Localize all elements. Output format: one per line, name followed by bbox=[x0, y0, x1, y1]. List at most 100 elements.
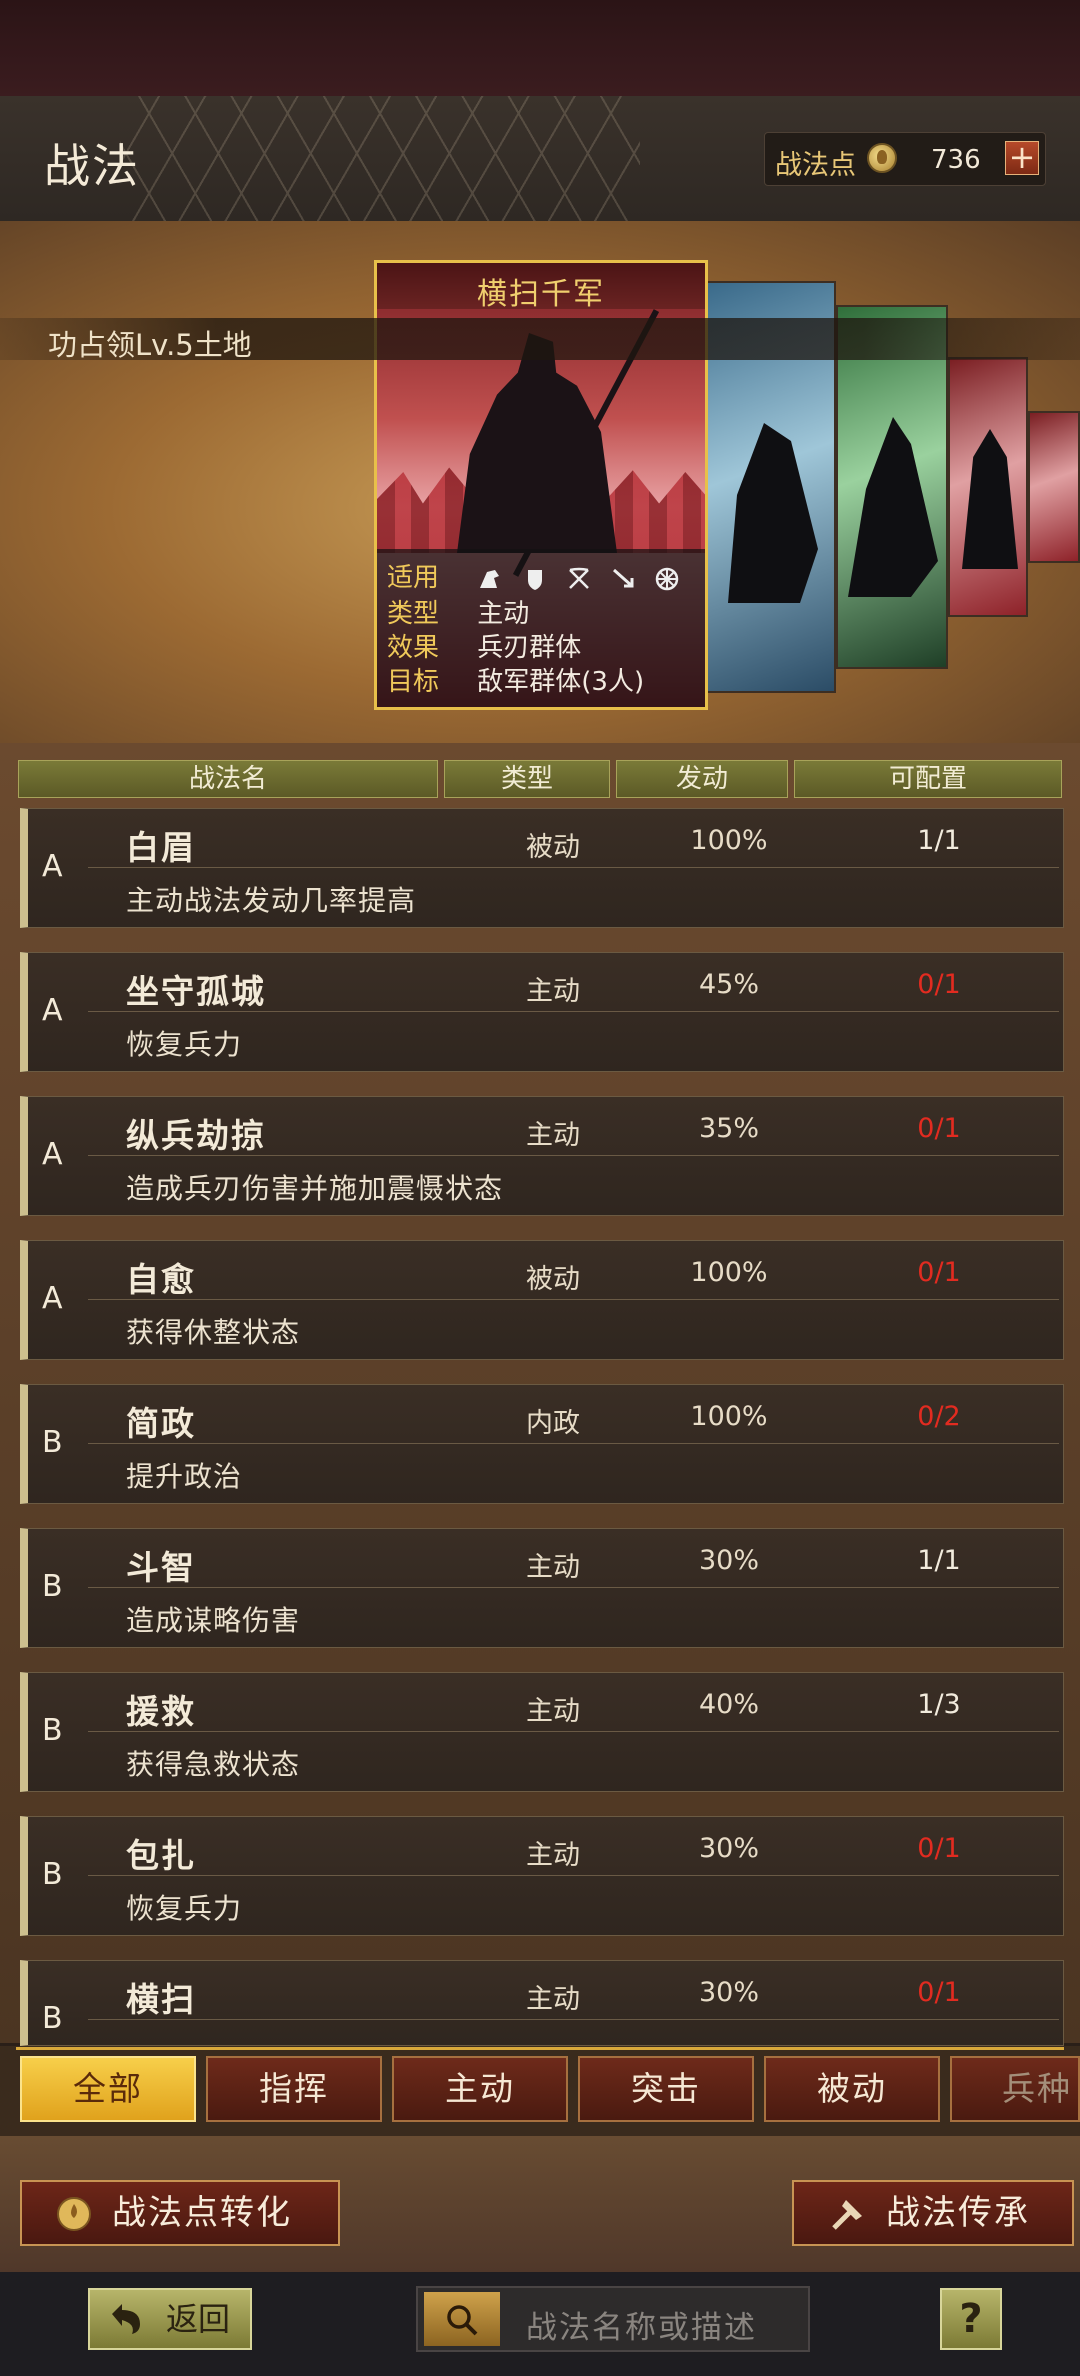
search-field[interactable]: 战法名称或描述 bbox=[416, 2286, 810, 2352]
tactic-trigger-rate: 100% bbox=[690, 1401, 768, 1432]
tactic-config-count: 1/1 bbox=[917, 1545, 961, 1576]
card-info-row: 效果 兵刃群体 bbox=[387, 627, 581, 664]
tactic-name: 援救 bbox=[126, 1692, 196, 1731]
tactic-config-count: 0/1 bbox=[917, 1833, 961, 1864]
tactic-row[interactable]: B 简政 内政 100% 0/2 提升政治 bbox=[20, 1384, 1064, 1504]
tactic-trigger-rate: 40% bbox=[698, 1689, 759, 1720]
tactic-description: 恢复兵力 bbox=[126, 1028, 243, 1061]
tactic-type: 主动 bbox=[526, 1984, 580, 2015]
card-info-panel: 适用 类型 主动 效果 兵刃群体 目标 敌军群体(3人) bbox=[377, 549, 705, 707]
tactic-grade: B bbox=[42, 1713, 63, 1748]
tactic-trigger-rate: 45% bbox=[698, 969, 759, 1000]
row-divider bbox=[88, 1155, 1059, 1156]
tactic-name: 白眉 bbox=[126, 828, 196, 867]
tactic-points-label: 战法点 bbox=[775, 150, 856, 181]
tactic-description: 提升政治 bbox=[126, 1460, 243, 1493]
help-button[interactable]: ? bbox=[940, 2288, 1002, 2350]
column-header-type[interactable]: 类型 bbox=[444, 760, 610, 798]
info-key: 适用 bbox=[387, 563, 440, 593]
notice-banner-text: 功占领Lv.5土地 bbox=[48, 328, 252, 362]
row-divider bbox=[88, 1443, 1059, 1444]
tactic-description: 获得休整状态 bbox=[126, 1316, 301, 1349]
row-divider bbox=[88, 867, 1059, 868]
header-hex-pattern bbox=[120, 96, 640, 221]
tactic-grade: A bbox=[42, 1281, 63, 1316]
tactic-trigger-rate: 30% bbox=[698, 1977, 759, 2008]
tactic-grade: A bbox=[42, 849, 63, 884]
tab-all[interactable]: 全部 bbox=[20, 2056, 196, 2122]
tactic-card-preview[interactable] bbox=[948, 357, 1028, 617]
column-header-config[interactable]: 可配置 bbox=[794, 760, 1062, 798]
back-button[interactable]: 返回 bbox=[88, 2288, 252, 2350]
tactic-grade: A bbox=[42, 993, 63, 1028]
row-divider bbox=[88, 1875, 1059, 1876]
tactic-trigger-rate: 30% bbox=[698, 1833, 759, 1864]
tactic-row[interactable]: A 坐守孤城 主动 45% 0/1 恢复兵力 bbox=[20, 952, 1064, 1072]
tactic-name: 坐守孤城 bbox=[126, 972, 266, 1011]
info-value: 主动 bbox=[477, 599, 530, 629]
convert-points-button[interactable]: 战法点转化 bbox=[20, 2180, 340, 2246]
tactic-card-preview[interactable] bbox=[1028, 411, 1080, 563]
bow-icon bbox=[568, 567, 589, 589]
tactic-config-count: 1/3 bbox=[917, 1689, 961, 1720]
tab-assault[interactable]: 突击 bbox=[578, 2056, 754, 2122]
card-warrior-art bbox=[457, 333, 617, 553]
tactic-grade: B bbox=[42, 1425, 63, 1460]
tactic-row[interactable]: A 纵兵劫掠 主动 35% 0/1 造成兵刃伤害并施加震慑状态 bbox=[20, 1096, 1064, 1216]
tactic-type: 主动 bbox=[526, 1120, 580, 1151]
tactic-config-count: 0/1 bbox=[917, 1257, 961, 1288]
tactic-description: 主动战法发动几率提高 bbox=[126, 884, 417, 917]
inherit-tactic-button[interactable]: 战法传承 bbox=[792, 2180, 1074, 2246]
info-key: 目标 bbox=[387, 667, 440, 697]
row-divider bbox=[88, 1731, 1059, 1732]
tactic-row[interactable]: B 斗智 主动 30% 1/1 造成谋略伤害 bbox=[20, 1528, 1064, 1648]
column-header-rate[interactable]: 发动 bbox=[616, 760, 788, 798]
tactic-config-count: 0/2 bbox=[917, 1401, 961, 1432]
tactic-points-value: 736 bbox=[931, 145, 981, 175]
tactic-grade: A bbox=[42, 1137, 63, 1172]
tactic-row[interactable]: B 横扫 主动 30% 0/1 bbox=[20, 1960, 1064, 2046]
column-header-name[interactable]: 战法名 bbox=[18, 760, 438, 798]
tab-passive[interactable]: 被动 bbox=[764, 2056, 940, 2122]
tactic-row[interactable]: A 自愈 被动 100% 0/1 获得休整状态 bbox=[20, 1240, 1064, 1360]
tactic-description: 恢复兵力 bbox=[126, 1892, 243, 1925]
page-title: 战法 bbox=[44, 139, 140, 193]
tactic-trigger-rate: 100% bbox=[690, 825, 768, 856]
tactic-grade: B bbox=[42, 1569, 63, 1604]
search-button[interactable] bbox=[424, 2292, 500, 2346]
tactic-row[interactable]: A 白眉 被动 100% 1/1 主动战法发动几率提高 bbox=[20, 808, 1064, 928]
card-info-row: 适用 bbox=[387, 557, 690, 594]
info-value: 敌军群体(3人) bbox=[477, 667, 645, 697]
tactic-type: 被动 bbox=[526, 832, 580, 863]
tactic-description: 造成谋略伤害 bbox=[126, 1604, 301, 1637]
tactic-type: 主动 bbox=[526, 1696, 580, 1727]
tactic-row[interactable]: B 援救 主动 40% 1/3 获得急救状态 bbox=[20, 1672, 1064, 1792]
card-title: 横扫千军 bbox=[477, 277, 605, 312]
tactic-trigger-rate: 100% bbox=[690, 1257, 768, 1288]
inherit-tactic-label: 战法传承 bbox=[886, 2193, 1030, 2233]
tab-active[interactable]: 主动 bbox=[392, 2056, 568, 2122]
tab-command[interactable]: 指挥 bbox=[206, 2056, 382, 2122]
shield-icon bbox=[527, 569, 542, 590]
status-strip bbox=[0, 0, 1080, 96]
row-divider bbox=[88, 2019, 1059, 2020]
row-divider bbox=[88, 1587, 1059, 1588]
tactic-config-count: 1/1 bbox=[917, 825, 961, 856]
tactic-point-coin-icon bbox=[867, 143, 897, 173]
tab-troop[interactable]: 兵种 bbox=[950, 2056, 1080, 2122]
tactic-type: 被动 bbox=[526, 1264, 580, 1295]
tactic-points-panel: 战法点 736 + bbox=[764, 132, 1046, 186]
siege-wheel-icon bbox=[656, 567, 679, 590]
tactic-description: 获得急救状态 bbox=[126, 1748, 301, 1781]
back-arrow-icon bbox=[112, 2304, 140, 2334]
hammer-icon bbox=[832, 2200, 862, 2230]
tactic-trigger-rate: 30% bbox=[698, 1545, 759, 1576]
tactic-type: 主动 bbox=[526, 976, 580, 1007]
tactic-name: 包扎 bbox=[126, 1836, 196, 1875]
add-points-button[interactable]: + bbox=[1005, 141, 1039, 175]
tactic-name: 简政 bbox=[126, 1404, 196, 1443]
tactic-name: 自愈 bbox=[126, 1260, 196, 1299]
filter-divider bbox=[16, 2047, 1064, 2050]
card-info-row: 目标 敌军群体(3人) bbox=[387, 661, 644, 698]
tactic-row[interactable]: B 包扎 主动 30% 0/1 恢复兵力 bbox=[20, 1816, 1064, 1936]
